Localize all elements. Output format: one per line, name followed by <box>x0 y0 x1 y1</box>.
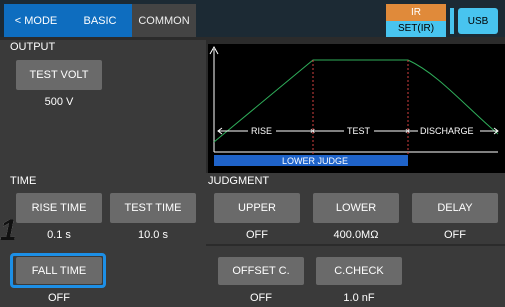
step-marker: 1 <box>0 214 17 247</box>
tab-mode[interactable]: < MODE <box>4 4 68 37</box>
output-title: OUTPUT <box>10 41 56 53</box>
graph-rise-label: RISE <box>251 126 272 136</box>
graph-discharge-label: DISCHARGE <box>420 126 474 136</box>
rise-time-button[interactable]: RISE TIME <box>16 193 102 223</box>
test-volt-button[interactable]: TEST VOLT <box>16 60 102 90</box>
c-check-button[interactable]: C.CHECK <box>316 257 402 285</box>
time-title: TIME <box>10 175 37 187</box>
delay-button[interactable]: DELAY <box>412 193 498 223</box>
upper-value: OFF <box>246 229 268 241</box>
usb-label: USB <box>458 8 498 34</box>
graph-curve-discharge <box>407 59 499 135</box>
ir-status-bottom: SET(IR) <box>386 21 446 37</box>
lower-button[interactable]: LOWER <box>313 193 399 223</box>
ir-status-top: IR <box>386 4 446 21</box>
tab-common[interactable]: COMMON <box>132 4 196 37</box>
fall-time-highlight <box>10 253 106 288</box>
graph-test-label: TEST <box>347 126 371 136</box>
fall-time-value: OFF <box>48 292 70 304</box>
usb-status: USB <box>450 4 500 37</box>
judgment-title: JUDGMENT <box>208 175 270 187</box>
offset-c-value: OFF <box>250 292 272 304</box>
ir-status: IR SET(IR) <box>386 4 446 37</box>
rise-time-value: 0.1 s <box>47 229 71 241</box>
top-bar: < MODE BASIC COMMON IR SET(IR) USB <box>0 0 505 37</box>
upper-button[interactable]: UPPER <box>214 193 300 223</box>
offset-c-button[interactable]: OFFSET C. <box>218 257 304 285</box>
tab-basic[interactable]: BASIC <box>68 4 132 37</box>
sequence-graph: × × RISE TEST DISCHARGE LOWER JUDGE <box>208 44 505 174</box>
lower-judge-label: LOWER JUDGE <box>282 156 348 166</box>
lower-value: 400.0MΩ <box>333 229 379 241</box>
test-volt-value: 500 V <box>44 96 74 108</box>
usb-bracket-left <box>450 8 454 34</box>
delay-value: OFF <box>444 229 466 241</box>
sequence-graph-svg: × × RISE TEST DISCHARGE LOWER JUDGE <box>209 45 499 166</box>
test-time-value: 10.0 s <box>138 229 168 241</box>
graph-x-marker-1: × <box>310 126 315 136</box>
test-time-button[interactable]: TEST TIME <box>110 193 196 223</box>
c-check-value: 1.0 nF <box>343 292 375 304</box>
graph-x-marker-2: × <box>405 126 410 136</box>
